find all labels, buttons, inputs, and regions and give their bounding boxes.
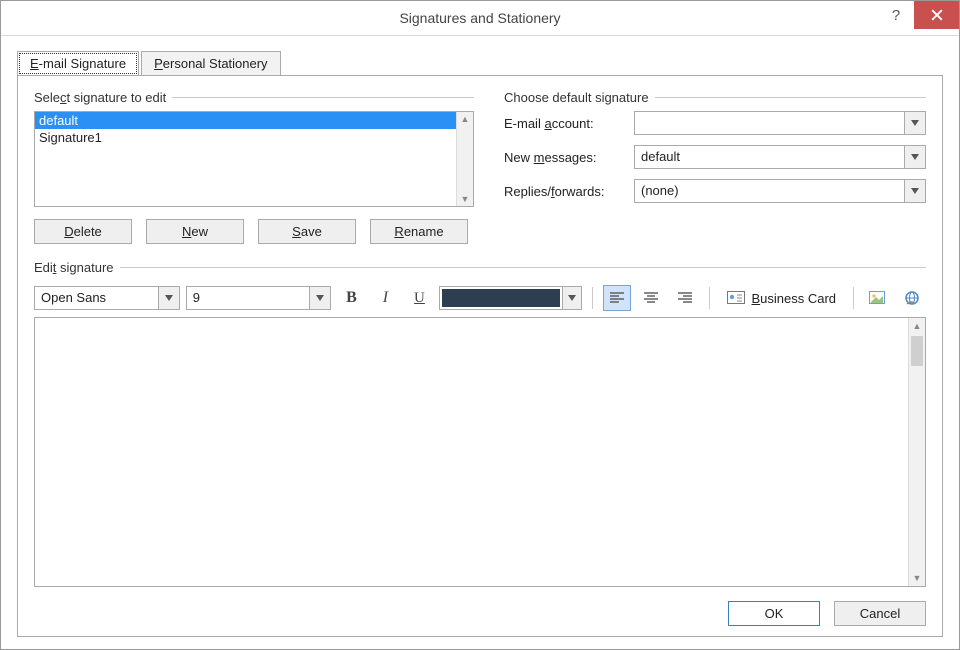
chevron-down-icon[interactable] [309,287,330,309]
scroll-down-icon: ▼ [909,570,925,586]
font-color-picker[interactable] [439,286,582,310]
align-right-icon [677,291,693,305]
bold-icon: B [346,289,357,307]
dialog-body: E-mail Signature Personal Stationery Sel… [1,36,959,649]
close-icon [931,9,943,21]
cancel-button[interactable]: Cancel [834,601,926,626]
business-card-button[interactable]: Business Card [720,287,843,309]
italic-icon: I [383,289,388,307]
signature-buttons: Delete New Save Rename [34,219,474,244]
scroll-thumb[interactable] [911,336,923,366]
editor-scrollbar[interactable]: ▲ ▼ [908,318,925,586]
tabstrip: E-mail Signature Personal Stationery [17,50,943,75]
picture-icon [869,290,887,306]
ok-button[interactable]: OK [728,601,820,626]
font-size-combo[interactable]: 9 [186,286,332,310]
scroll-up-icon: ▲ [909,318,925,334]
underline-button[interactable]: U [405,285,433,311]
signature-listbox[interactable]: default Signature1 ▲ ▼ [34,111,474,207]
align-left-button[interactable] [603,285,631,311]
chevron-down-icon[interactable] [904,112,925,134]
new-button[interactable]: New [146,219,244,244]
signature-editor-wrap: ▲ ▼ [34,317,926,587]
close-button[interactable] [914,1,959,29]
toolbar-separator [709,287,710,309]
dialog-footer: OK Cancel [34,601,926,626]
chevron-down-icon[interactable] [158,287,179,309]
new-messages-combo[interactable]: default [634,145,926,169]
list-item[interactable]: Signature1 [35,129,456,146]
tab-panel: Select signature to edit default Signatu… [17,75,943,637]
insert-picture-button[interactable] [864,285,892,311]
tab-email-signature[interactable]: E-mail Signature [17,51,139,76]
replies-forwards-value: (none) [635,180,904,202]
scroll-down-icon: ▼ [461,192,470,206]
default-signature-label: Choose default signature [504,90,926,105]
select-signature-section: Select signature to edit default Signatu… [34,90,474,244]
new-messages-label: New messages: [504,150,634,165]
chevron-down-icon[interactable] [904,146,925,168]
signature-editor[interactable] [35,318,908,586]
bold-button[interactable]: B [337,285,365,311]
toolbar-separator [853,287,854,309]
dialog-title: Signatures and Stationery [399,10,560,26]
insert-hyperlink-button[interactable] [898,285,926,311]
font-color-swatch [442,289,560,307]
edit-signature-label: Edit signature [34,260,926,275]
align-left-icon [609,291,625,305]
replies-forwards-row: Replies/forwards: (none) [504,179,926,203]
rename-button[interactable]: Rename [370,219,468,244]
underline-icon: U [414,290,425,307]
hyperlink-icon [903,290,921,306]
align-center-icon [643,291,659,305]
align-center-button[interactable] [637,285,665,311]
listbox-scrollbar[interactable]: ▲ ▼ [456,112,473,206]
font-combo[interactable]: Open Sans [34,286,180,310]
chevron-down-icon[interactable] [562,287,581,309]
italic-button[interactable]: I [371,285,399,311]
new-messages-row: New messages: default [504,145,926,169]
edit-signature-section: Edit signature Open Sans 9 B I U [34,260,926,587]
list-item[interactable]: default [35,112,456,129]
formatting-toolbar: Open Sans 9 B I U [34,285,926,311]
new-messages-value: default [635,146,904,168]
font-value: Open Sans [35,287,158,309]
scroll-up-icon: ▲ [461,112,470,126]
default-signature-section: Choose default signature E-mail account:… [504,90,926,244]
upper-columns: Select signature to edit default Signatu… [34,90,926,244]
email-account-label: E-mail account: [504,116,634,131]
replies-forwards-combo[interactable]: (none) [634,179,926,203]
delete-button[interactable]: Delete [34,219,132,244]
chevron-down-icon[interactable] [904,180,925,202]
select-signature-label: Select signature to edit [34,90,474,105]
email-account-row: E-mail account: [504,111,926,135]
titlebar: Signatures and Stationery ? [1,1,959,36]
align-right-button[interactable] [671,285,699,311]
toolbar-separator [592,287,593,309]
save-button[interactable]: Save [258,219,356,244]
email-account-combo[interactable] [634,111,926,135]
window-controls: ? [878,1,959,35]
tab-personal-stationery[interactable]: Personal Stationery [141,51,280,76]
replies-forwards-label: Replies/forwards: [504,184,634,199]
dialog-window: Signatures and Stationery ? E-mail Signa… [0,0,960,650]
font-size-value: 9 [187,287,310,309]
email-account-value [635,112,904,134]
help-button[interactable]: ? [878,1,914,29]
business-card-icon [727,290,745,306]
